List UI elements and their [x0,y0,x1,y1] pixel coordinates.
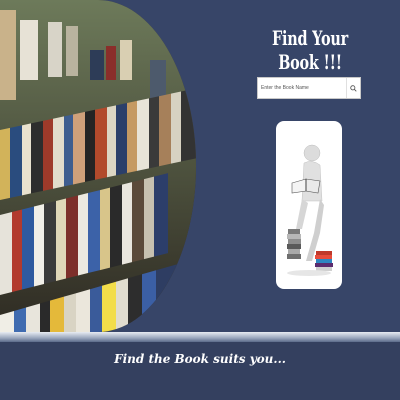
hero-bookshelf-image [0,0,196,332]
book-illustration-card [276,121,342,289]
footer-divider [0,332,400,342]
page-title: Find Your Book !!! [271,26,348,74]
footer [0,342,400,400]
person-reading-on-books-icon [287,144,333,276]
search-box[interactable] [257,77,361,99]
search-icon[interactable] [346,78,360,98]
search-input[interactable] [258,78,346,98]
footer-tagline: Find the Book suits you... [114,352,286,366]
